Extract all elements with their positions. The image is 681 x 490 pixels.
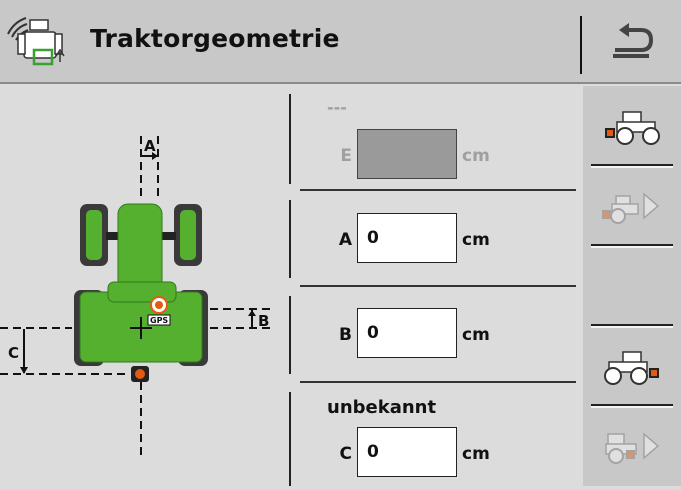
header-bar: Traktorgeometrie [0,0,681,84]
field-c-header: unbekannt [327,397,437,418]
field-b-unit: cm [462,325,490,345]
field-a-unit: cm [462,230,490,250]
divider-vertical-e [289,94,291,184]
field-e-unit: cm [462,146,490,166]
back-button[interactable] [583,0,681,84]
softkey-next-tractor[interactable] [583,166,681,246]
gps-label: GPS [150,316,168,325]
header-separator [580,16,582,74]
divider-horizontal [300,189,576,191]
divider-vertical-a [289,200,291,278]
dim-label-c: C [8,344,19,362]
field-e-header: --- [327,98,347,117]
softkey-rear-hitch[interactable] [583,86,681,166]
field-a-label: A [338,230,352,250]
field-e-label: E [340,146,352,166]
implement-next-disabled-icon [605,432,660,464]
softkey-sidebar [583,86,681,486]
dim-label-a: A [144,137,156,155]
tractor-diagram: A GPS B C [0,86,290,486]
tractor-hitch-rear-icon [605,111,660,145]
tractor-next-disabled-icon [602,192,660,224]
page-title: Traktorgeometrie [90,24,340,53]
tractor-gps-settings-icon [4,12,70,72]
tractor-hitch-front-icon [604,351,659,385]
divider-vertical-c [289,392,291,486]
field-c-unit: cm [462,444,490,464]
divider-vertical-b [289,296,291,374]
return-arrow-icon [613,23,654,58]
field-a-input[interactable]: 0 [357,213,457,263]
dim-label-b: B [258,312,269,330]
field-b-input[interactable]: 0 [357,308,457,358]
field-b-label: B [339,325,352,345]
softkey-next-implement[interactable] [583,406,681,486]
divider-horizontal [300,285,576,287]
field-e-input [357,129,457,179]
softkey-divider [591,246,673,248]
softkey-front-hitch[interactable] [583,326,681,406]
field-c-input[interactable]: 0 [357,427,457,477]
divider-horizontal [300,381,576,383]
field-c-label: C [339,444,352,464]
